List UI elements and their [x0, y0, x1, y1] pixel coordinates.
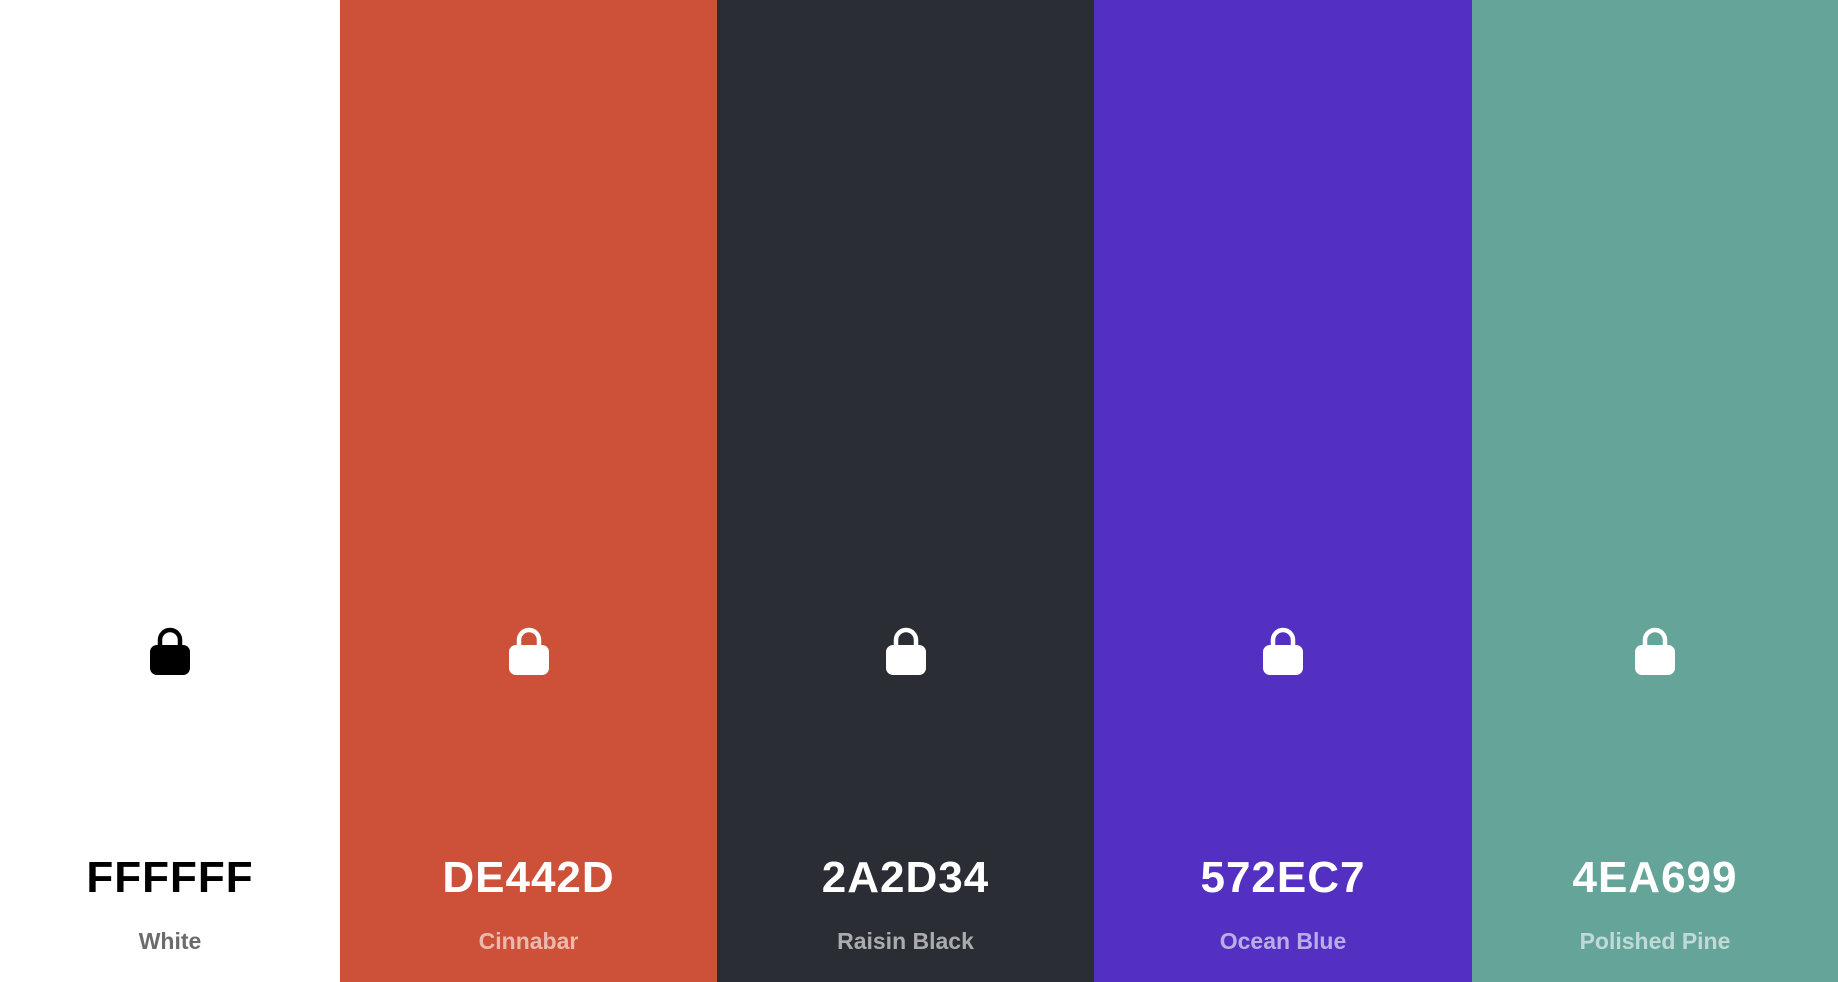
lock-icon[interactable]	[149, 626, 191, 676]
color-swatch-white[interactable]: FFFFFF White	[0, 0, 340, 982]
color-palette: FFFFFF White DE442D Cinnabar 2A2D34 Rais…	[0, 0, 1838, 982]
color-name[interactable]: White	[0, 926, 340, 956]
lock-icon[interactable]	[508, 626, 550, 676]
hex-code[interactable]: 2A2D34	[717, 850, 1094, 906]
color-swatch-cinnabar[interactable]: DE442D Cinnabar	[340, 0, 717, 982]
hex-code[interactable]: DE442D	[340, 850, 717, 906]
color-name[interactable]: Cinnabar	[340, 926, 717, 956]
lock-icon[interactable]	[1634, 626, 1676, 676]
color-name[interactable]: Polished Pine	[1472, 926, 1838, 956]
color-swatch-raisin-black[interactable]: 2A2D34 Raisin Black	[717, 0, 1094, 982]
hex-code[interactable]: 4EA699	[1472, 850, 1838, 906]
color-name[interactable]: Ocean Blue	[1094, 926, 1472, 956]
color-name[interactable]: Raisin Black	[717, 926, 1094, 956]
hex-code[interactable]: FFFFFF	[0, 850, 340, 906]
color-swatch-polished-pine[interactable]: 4EA699 Polished Pine	[1472, 0, 1838, 982]
hex-code[interactable]: 572EC7	[1094, 850, 1472, 906]
lock-icon[interactable]	[1262, 626, 1304, 676]
lock-icon[interactable]	[885, 626, 927, 676]
color-swatch-ocean-blue[interactable]: 572EC7 Ocean Blue	[1094, 0, 1472, 982]
